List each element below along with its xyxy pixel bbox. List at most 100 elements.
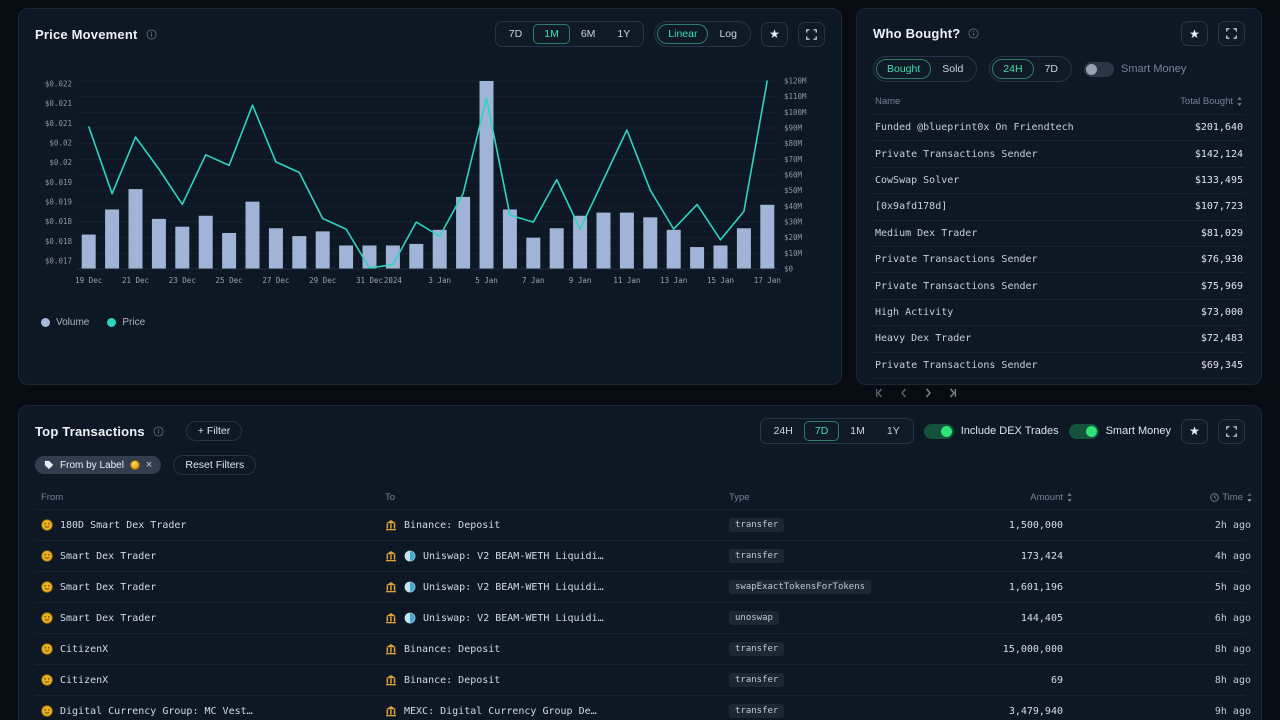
price-panel-header: Price Movement 7D1M6M1Y LinearLog ★ [35, 21, 825, 47]
buyer-name[interactable]: Private Transactions Sender [875, 360, 1038, 371]
column-time[interactable]: Time [1157, 492, 1253, 503]
who-bought-row[interactable]: Private Transactions Sender$76,930 [873, 246, 1245, 272]
buyer-name[interactable]: Medium Dex Trader [875, 228, 977, 239]
favorite-button[interactable]: ★ [1181, 21, 1208, 46]
coin-icon [41, 550, 53, 562]
from-entity[interactable]: CitizenX [41, 643, 385, 655]
sort-icon [1246, 493, 1253, 502]
from-entity[interactable]: CitizenX [41, 674, 385, 686]
price-legend-dot [107, 318, 116, 327]
to-entity[interactable]: MEXC: Digital Currency Group De… [385, 705, 729, 717]
range-option-1y[interactable]: 1Y [876, 421, 911, 441]
fullscreen-button[interactable] [798, 22, 825, 47]
who-bought-row[interactable]: Funded @blueprint0x On Friendtech$201,64… [873, 114, 1245, 140]
column-name[interactable]: Name [875, 96, 900, 107]
add-filter-button[interactable]: + Filter [186, 421, 242, 441]
buyer-name[interactable]: Private Transactions Sender [875, 281, 1038, 292]
total-bought-value: $142,124 [1195, 149, 1243, 160]
side-option-sold[interactable]: Sold [931, 59, 974, 79]
to-entity[interactable]: Uniswap: V2 BEAM-WETH Liquidi… [385, 612, 729, 624]
to-entity[interactable]: Binance: Deposit [385, 674, 729, 686]
info-icon[interactable] [146, 29, 157, 40]
to-entity[interactable]: Uniswap: V2 BEAM-WETH Liquidi… [385, 581, 729, 593]
from-entity[interactable]: Smart Dex Trader [41, 612, 385, 624]
info-icon[interactable] [153, 426, 164, 437]
reset-filters-button[interactable]: Reset Filters [173, 455, 256, 475]
svg-text:$40M: $40M [784, 202, 803, 211]
fullscreen-button[interactable] [1218, 21, 1245, 46]
last-page-button[interactable] [947, 388, 957, 398]
column-to[interactable]: To [385, 492, 729, 503]
price-volume-chart[interactable]: $120M$110M$100M$90M$80M$70M$60M$50M$40M$… [35, 73, 827, 307]
info-icon[interactable] [968, 28, 979, 39]
legend-item-price[interactable]: Price [107, 317, 145, 328]
remove-filter-icon[interactable]: × [146, 459, 152, 471]
from-entity[interactable]: 180D Smart Dex Trader [41, 519, 385, 531]
transaction-row[interactable]: Smart Dex Trader Uniswap: V2 BEAM-WETH Li… [35, 540, 1245, 571]
column-type[interactable]: Type [729, 492, 963, 503]
who-bought-row[interactable]: CowSwap Solver$133,495 [873, 167, 1245, 193]
transaction-row[interactable]: Smart Dex TraderUniswap: V2 BEAM-WETH Li… [35, 602, 1245, 633]
column-amount[interactable]: Amount [963, 492, 1073, 503]
who-bought-header: Who Bought? ★ [873, 21, 1245, 46]
to-label: Binance: Deposit [404, 520, 500, 531]
range-option-7d[interactable]: 7D [498, 24, 533, 44]
to-label: Uniswap: V2 BEAM-WETH Liquidi… [423, 551, 604, 562]
fullscreen-button[interactable] [1218, 419, 1245, 444]
transaction-row[interactable]: Digital Currency Group: MC Vest…MEXC: Di… [35, 695, 1245, 720]
range-option-7d[interactable]: 7D [1034, 59, 1069, 79]
next-page-button[interactable] [923, 388, 933, 398]
to-entity[interactable]: Uniswap: V2 BEAM-WETH Liquidi… [385, 550, 729, 562]
buyer-name[interactable]: High Activity [875, 307, 953, 318]
include-dex-trades-toggle[interactable] [924, 424, 954, 439]
range-option-24h[interactable]: 24H [992, 59, 1033, 79]
price-chart-area: $120M$110M$100M$90M$80M$70M$60M$50M$40M$… [35, 73, 825, 307]
who-bought-row[interactable]: Private Transactions Sender$69,345 [873, 352, 1245, 378]
buyer-name[interactable]: Private Transactions Sender [875, 254, 1038, 265]
range-option-1m[interactable]: 1M [839, 421, 876, 441]
buyer-name[interactable]: Funded @blueprint0x On Friendtech [875, 122, 1074, 133]
from-entity[interactable]: Smart Dex Trader [41, 550, 385, 562]
range-option-24h[interactable]: 24H [763, 421, 804, 441]
from-entity[interactable]: Digital Currency Group: MC Vest… [41, 705, 385, 717]
buyer-name[interactable]: [0x9afd178d] [875, 201, 947, 212]
who-bought-row[interactable]: [0x9afd178d]$107,723 [873, 193, 1245, 219]
first-page-button[interactable] [875, 388, 885, 398]
buyer-name[interactable]: Heavy Dex Trader [875, 333, 971, 344]
scale-option-log[interactable]: Log [708, 24, 748, 44]
transaction-row[interactable]: Smart Dex TraderUniswap: V2 BEAM-WETH Li… [35, 571, 1245, 602]
coin-icon [41, 519, 53, 531]
amount-value: 1,500,000 [963, 520, 1073, 531]
legend-item-volume[interactable]: Volume [41, 317, 89, 328]
buyer-name[interactable]: CowSwap Solver [875, 175, 959, 186]
range-option-6m[interactable]: 6M [570, 24, 607, 44]
side-option-bought[interactable]: Bought [876, 59, 931, 79]
who-bought-row[interactable]: Private Transactions Sender $142,124 [873, 140, 1245, 166]
smart-money-toggle[interactable] [1084, 62, 1114, 77]
buyer-name[interactable]: Private Transactions Sender [875, 149, 1038, 160]
scale-option-linear[interactable]: Linear [657, 24, 708, 44]
transaction-row[interactable]: CitizenXBinance: Deposittransfer698h ago [35, 664, 1245, 695]
who-bought-row[interactable]: Private Transactions Sender$75,969 [873, 272, 1245, 298]
favorite-button[interactable]: ★ [761, 22, 788, 47]
to-entity[interactable]: Binance: Deposit [385, 643, 729, 655]
range-option-7d[interactable]: 7D [804, 421, 839, 441]
who-bought-row[interactable]: Medium Dex Trader$81,029 [873, 220, 1245, 246]
svg-text:$0.021: $0.021 [45, 119, 72, 128]
range-option-1y[interactable]: 1Y [606, 24, 641, 44]
smart-money-toggle[interactable] [1069, 424, 1099, 439]
type-badge: transfer [729, 704, 784, 718]
column-total-bought[interactable]: Total Bought [1180, 96, 1243, 107]
favorite-button[interactable]: ★ [1181, 419, 1208, 444]
range-option-1m[interactable]: 1M [533, 24, 570, 44]
column-from[interactable]: From [41, 492, 385, 503]
transaction-row[interactable]: CitizenXBinance: Deposittransfer15,000,0… [35, 633, 1245, 664]
coin-icon [41, 643, 53, 655]
transaction-row[interactable]: 180D Smart Dex TraderBinance: Deposittra… [35, 509, 1245, 540]
prev-page-button[interactable] [899, 388, 909, 398]
from-entity[interactable]: Smart Dex Trader [41, 581, 385, 593]
who-bought-row[interactable]: High Activity$73,000 [873, 299, 1245, 325]
who-bought-row[interactable]: Heavy Dex Trader$72,483 [873, 325, 1245, 351]
filter-chip-from-by-label[interactable]: From by Label × [35, 456, 161, 474]
to-entity[interactable]: Binance: Deposit [385, 519, 729, 531]
